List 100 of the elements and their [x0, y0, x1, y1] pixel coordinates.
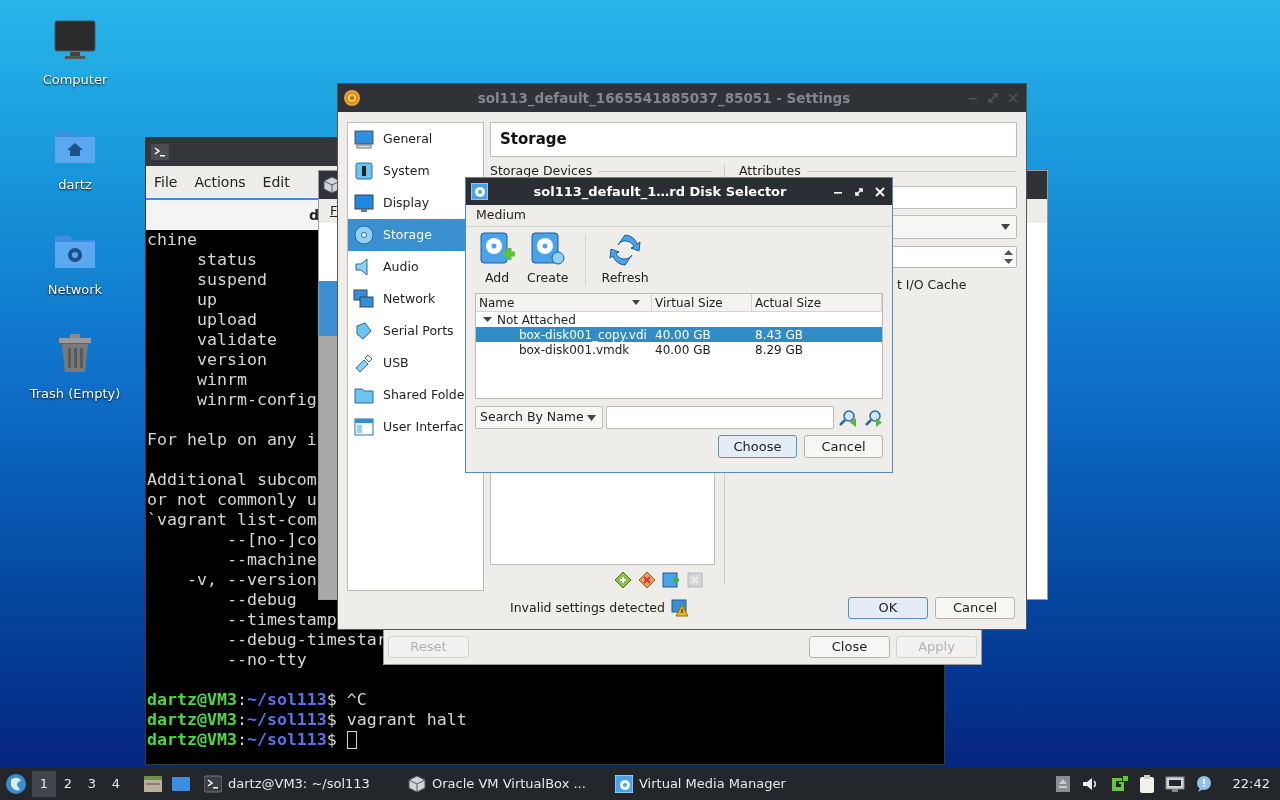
sidebar-label: Shared Folde [383, 385, 465, 404]
menu-item[interactable]: Actions [194, 171, 246, 193]
window-icon [353, 416, 375, 438]
window-title: sol113_default_1665541885037_85051 - Settings [476, 88, 852, 109]
terminal-line: --no-tty [225, 650, 307, 670]
disk-window-icon [615, 775, 633, 793]
table-row[interactable]: box-disk001_copy.vdi 40.00 GB 8.43 GB [476, 327, 882, 342]
tab-label[interactable]: d [309, 204, 320, 226]
sidebar-label: Network [383, 289, 436, 308]
terminal-line: validate [195, 330, 277, 350]
remove-controller-icon[interactable] [638, 571, 656, 589]
dialog-button[interactable]: Cancel [804, 435, 883, 458]
sidebar-item[interactable]: General [348, 123, 483, 155]
page-title: Storage [500, 129, 567, 151]
terminal-line: --machine [225, 550, 317, 570]
terminal-line: --debug-timestar [225, 630, 387, 650]
warning-icon [670, 599, 689, 617]
network-monitor-icon[interactable] [1164, 775, 1185, 793]
clock[interactable]: 22:42 [1232, 774, 1270, 794]
start-menu-icon[interactable] [4, 772, 28, 796]
terminal-line: chine [147, 230, 197, 250]
disk-icon [353, 224, 375, 246]
workspace-button[interactable]: 1 [32, 771, 56, 797]
terminal-line: --[no-]co [225, 530, 317, 550]
desktop-icon-label[interactable]: Network [47, 280, 103, 300]
spin-arrows-icon [1004, 249, 1013, 265]
sidebar-item[interactable]: System [348, 155, 483, 187]
sidebar-label: Serial Ports [383, 321, 454, 340]
terminal-line: --timestamp [225, 610, 337, 630]
table-cell-text: box-disk001.vmdk [518, 342, 631, 359]
prompt-line: dartz@VM3:~/sol113$ vagrant halt [147, 710, 467, 730]
search-next-icon[interactable] [865, 408, 883, 427]
disk-create-icon [529, 232, 566, 267]
terminal-line: or not commonly u [147, 490, 317, 510]
sidebar-label: System [383, 161, 430, 180]
search-previous-icon[interactable] [839, 408, 857, 427]
menu-item[interactable]: File [154, 171, 178, 193]
caret-icon [586, 414, 596, 421]
volume-icon[interactable] [1080, 775, 1099, 793]
clipboard-icon[interactable] [1138, 774, 1155, 794]
terminal-line: status [195, 250, 257, 270]
column-header[interactable]: Name [476, 294, 652, 311]
terminal-line: `vagrant list-com [147, 510, 317, 530]
file-manager-icon[interactable] [143, 775, 163, 793]
dialog-button[interactable]: Choose [718, 435, 797, 458]
prompt-line: dartz@VM3:~/sol113$ [147, 730, 357, 750]
search-mode-dropdown[interactable]: Search By Name [475, 406, 603, 429]
expand-caret-icon[interactable] [483, 315, 492, 324]
terminal-line: winrm [195, 370, 247, 390]
sidebar-label: Storage [383, 225, 432, 244]
terminal-line: up [195, 290, 217, 310]
desktop-icon-label[interactable]: Trash (Empty) [29, 384, 121, 404]
usb-icon [353, 352, 375, 374]
table-cell-text: 8.29 GB [754, 341, 804, 359]
sidebar-label: General [383, 129, 433, 148]
terminal-line: -v, --version [185, 570, 317, 590]
dialog-button[interactable]: Close [809, 636, 890, 658]
sort-caret-icon [632, 300, 640, 305]
toolbar-button[interactable]: Create [521, 232, 575, 288]
dialog-button[interactable]: OK [848, 597, 928, 619]
add-controller-icon[interactable] [614, 571, 632, 589]
refresh-icon [607, 232, 644, 267]
task-button[interactable]: Oracle VM VirtualBox ... [405, 770, 600, 798]
table-row[interactable]: box-disk001.vmdk 40.00 GB 8.29 GB [476, 342, 882, 357]
search-field[interactable] [605, 406, 834, 429]
chip-icon [353, 160, 375, 182]
column-header[interactable]: Actual Size [752, 294, 882, 311]
terminal-line: suspend [195, 270, 267, 290]
terminal-icon [204, 775, 222, 793]
notification-icon[interactable] [1194, 775, 1213, 793]
menu-item[interactable]: Edit [262, 171, 290, 193]
add-attachment-icon[interactable] [662, 571, 680, 589]
remove-attachment-icon [686, 571, 704, 589]
maximize-icon[interactable] [853, 185, 865, 198]
sidebar-label: User Interfac [383, 417, 464, 436]
table-cell-text: 40.00 GB [654, 341, 712, 359]
sidebar-label: Audio [383, 257, 419, 276]
table-cell-text: 8.43 GB [754, 326, 804, 344]
terminal-icon [151, 144, 169, 160]
terminal-line: --debug [225, 590, 297, 610]
cube-icon [408, 775, 426, 793]
show-desktop-icon[interactable] [171, 775, 191, 793]
terminal-line: version [195, 350, 267, 370]
terminal-line: upload [195, 310, 257, 330]
disk-window-icon [471, 183, 488, 200]
terminal-line: Additional subcom [147, 470, 317, 490]
dialog-button[interactable]: Cancel [935, 597, 1015, 619]
column-header[interactable]: Virtual Size [652, 294, 752, 311]
sidebar-label: USB [383, 353, 409, 372]
group-label: Attributes [739, 162, 801, 181]
task-button[interactable]: Virtual Media Manager [612, 770, 802, 798]
eject-icon[interactable] [1054, 775, 1071, 793]
toolbar-button[interactable]: Refresh [595, 232, 655, 288]
monitor-icon [353, 128, 375, 150]
monitor-icon[interactable] [53, 18, 97, 60]
task-button[interactable]: dartz@VM3: ~/sol113 [201, 770, 393, 798]
menu-item[interactable]: F [330, 201, 338, 221]
group-label: Storage Devices [490, 162, 593, 181]
group-row-label[interactable]: Not Attached [497, 310, 576, 329]
status-text: Invalid settings detected [510, 598, 665, 617]
